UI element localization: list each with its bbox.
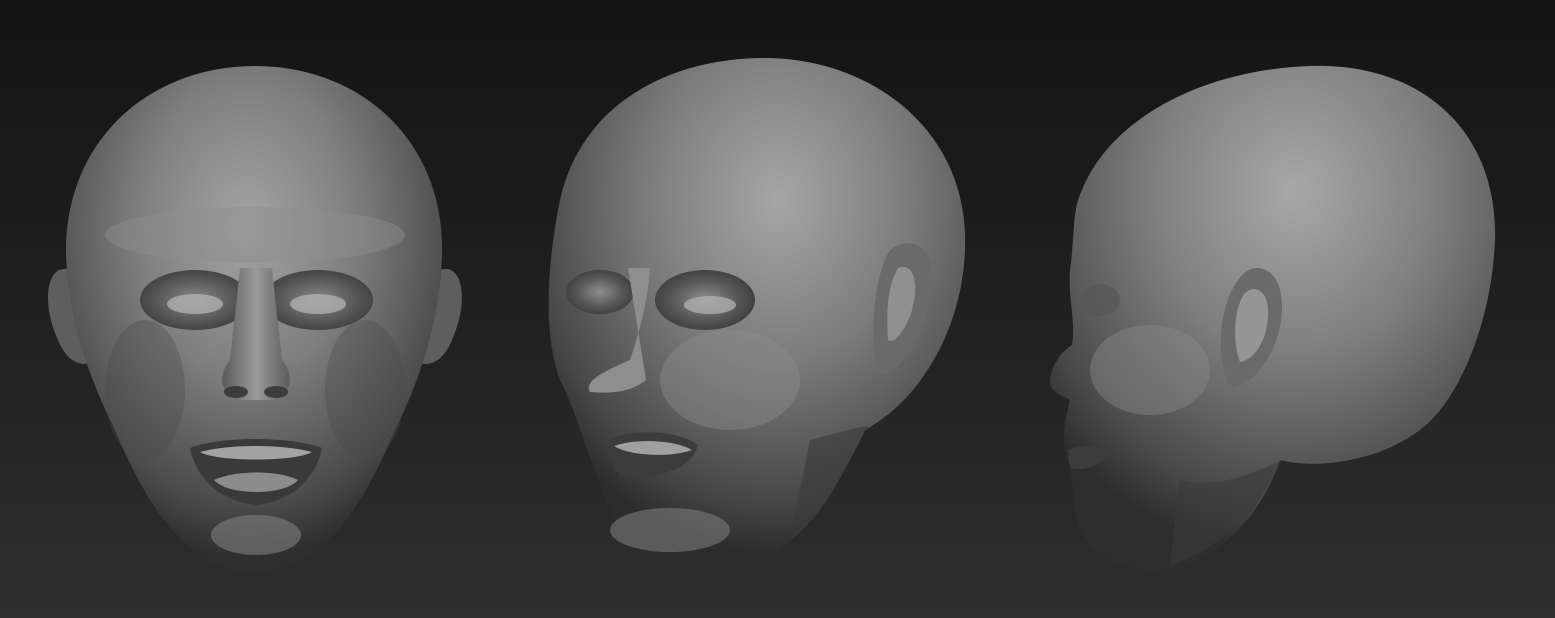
front-view [48,66,462,572]
viewport-canvas [0,0,1555,618]
eye-socket [1080,284,1120,316]
three-quarter-view [548,57,966,565]
right-eye-socket [566,270,634,314]
profile-view [1049,65,1496,570]
